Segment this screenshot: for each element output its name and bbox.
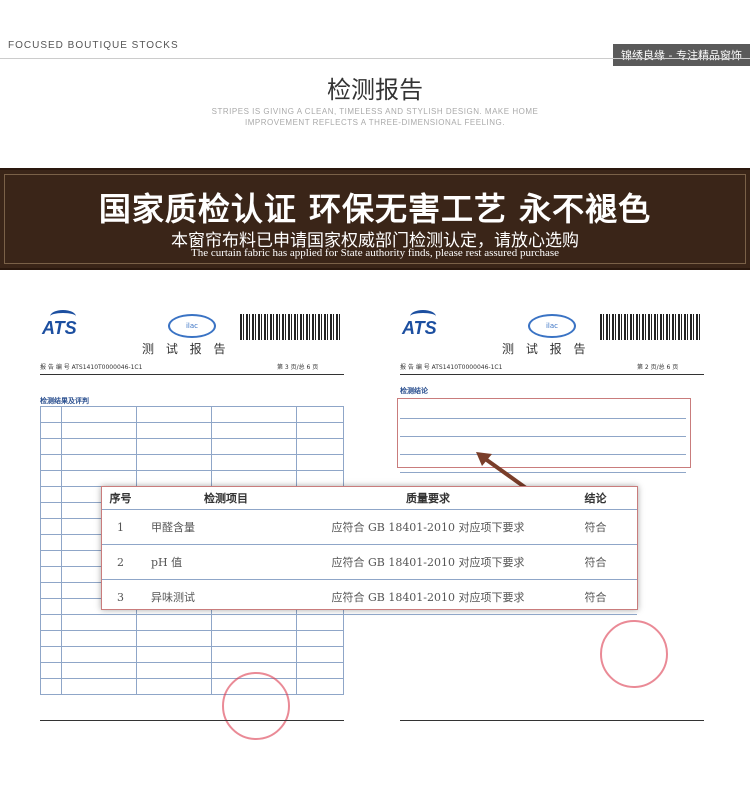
- official-seal-right: [600, 620, 668, 688]
- row-requirement: 应符合 GB 18401-2010 对应项下要求: [302, 544, 554, 580]
- row-no: 3: [102, 579, 139, 615]
- ats-logo: ATS: [42, 318, 77, 338]
- official-seal-left: [222, 672, 290, 740]
- row-requirement: 应符合 GB 18401-2010 对应项下要求: [302, 509, 554, 545]
- banner-subline-en: The curtain fabric has applied for State…: [190, 247, 560, 259]
- table-row: 1 甲醛含量 应符合 GB 18401-2010 对应项下要求 符合: [102, 509, 637, 545]
- row-no: 1: [102, 509, 139, 545]
- highlight-box: [397, 398, 691, 468]
- brand-right: 锦绣良缘 - 专注精品窗饰: [613, 44, 750, 66]
- doc-footer-left: [40, 720, 344, 721]
- table-row: 2 pH 值 应符合 GB 18401-2010 对应项下要求 符合: [102, 544, 637, 580]
- row-result: 符合: [554, 544, 637, 580]
- table-header-row: 序号 检测项目 质量要求 结论: [102, 487, 637, 510]
- report-number: 报 告 编 号 ATS1410T0000046-1C1: [400, 364, 503, 371]
- doc-section-title: 检测结果及评判: [40, 397, 89, 405]
- ats-logo: ATS: [402, 318, 437, 338]
- page-subtitle: STRIPES IS GIVING A CLEAN, TIMELESS AND …: [0, 106, 750, 128]
- col-header-item: 检测项目: [139, 487, 302, 510]
- ilac-cnas-logo: ilac: [168, 314, 216, 338]
- doc-divider: [40, 374, 344, 375]
- doc-divider: [400, 374, 704, 375]
- row-item: 异味测试: [139, 579, 302, 615]
- barcode: [240, 314, 340, 340]
- col-header-result: 结论: [554, 487, 637, 510]
- subtitle-line1: STRIPES IS GIVING A CLEAN, TIMELESS AND …: [211, 107, 539, 116]
- doc-section-title: 检测结论: [400, 387, 428, 395]
- subtitle-line2: IMPROVEMENT REFLECTS A THREE-DIMENSIONAL…: [245, 118, 505, 127]
- ilac-cnas-logo: ilac: [528, 314, 576, 338]
- col-header-no: 序号: [102, 487, 139, 510]
- barcode: [600, 314, 700, 340]
- table-row: 3 异味测试 应符合 GB 18401-2010 对应项下要求 符合: [102, 579, 637, 615]
- row-requirement: 应符合 GB 18401-2010 对应项下要求: [302, 579, 554, 615]
- report-title: 测 试 报 告: [502, 342, 590, 356]
- brand-left: FOCUSED BOUTIQUE STOCKS: [8, 40, 179, 51]
- row-item: 甲醛含量: [139, 509, 302, 545]
- banner-headline: 国家质检认证 环保无害工艺 永不褪色: [98, 190, 652, 228]
- conclusion-zoom-panel: 序号 检测项目 质量要求 结论 1 甲醛含量 应符合 GB 18401-2010…: [101, 486, 638, 615]
- report-title: 测 试 报 告: [142, 342, 230, 356]
- row-item: pH 值: [139, 544, 302, 580]
- quality-banner: 国家质检认证 环保无害工艺 永不褪色 本窗帘布料已申请国家权威部门检测认定，请放…: [0, 168, 750, 270]
- doc-footer-right: [400, 720, 704, 721]
- row-result: 符合: [554, 509, 637, 545]
- report-number: 报 告 编 号 ATS1410T0000046-1C1: [40, 364, 143, 371]
- page-number: 第 3 页/总 6 页: [277, 364, 319, 371]
- conclusion-table: 序号 检测项目 质量要求 结论 1 甲醛含量 应符合 GB 18401-2010…: [102, 487, 637, 615]
- header-divider: [0, 58, 750, 59]
- row-result: 符合: [554, 579, 637, 615]
- row-no: 2: [102, 544, 139, 580]
- page-number: 第 2 页/总 6 页: [637, 364, 679, 371]
- page-title: 检测报告: [327, 76, 423, 104]
- col-header-requirement: 质量要求: [302, 487, 554, 510]
